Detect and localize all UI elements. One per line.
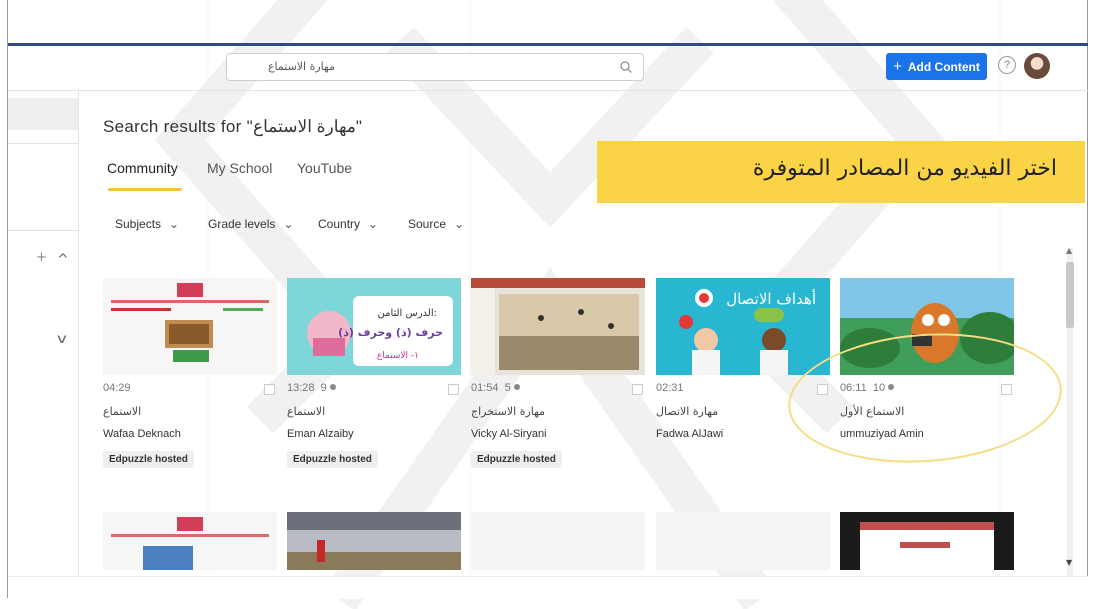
hosted-badge: Edpuzzle hosted [471, 451, 562, 468]
instruction-banner: اختر الفيديو من المصادر المتوفرة [597, 141, 1085, 203]
thumbnail-image [471, 278, 645, 375]
chevron-up-icon[interactable]: ^ [57, 252, 69, 268]
tab-my-school[interactable]: My School [207, 160, 272, 176]
video-title[interactable]: الاستماع [103, 405, 141, 418]
avatar[interactable] [1024, 53, 1050, 79]
thumbnail-image: أهداف الاتصال [656, 278, 830, 375]
video-duration: 01:54 5 [471, 382, 520, 394]
thumbnail-image [103, 278, 277, 375]
sidebar-divider [8, 143, 78, 144]
plus-icon: + [893, 58, 902, 75]
search-icon[interactable] [619, 60, 633, 74]
select-checkbox[interactable] [632, 384, 643, 395]
video-title[interactable]: مهارة الاستخراج [471, 405, 545, 418]
thumbnail-text: ١- الاستماع [377, 351, 419, 361]
active-tab-indicator [108, 188, 182, 191]
tab-youtube[interactable]: YouTube [297, 160, 352, 176]
thumbnail-image [840, 512, 1014, 570]
chevron-down-icon: ⌄ [283, 217, 294, 231]
video-title[interactable]: مهارة الاتصال [656, 405, 718, 418]
thumbnail-text: الدرس الثامن: [377, 308, 437, 319]
duration-text: 13:28 [287, 382, 315, 394]
video-duration: 02:31 [656, 382, 684, 394]
scroll-up-icon[interactable]: ▲ [1066, 246, 1072, 255]
filter-label: Grade levels [208, 217, 276, 231]
page-title: Search results for "مهارة الاستماع" [103, 117, 362, 136]
video-meta: 01:54 5 [471, 382, 645, 398]
search-input[interactable]: مهارة الاستماع [226, 53, 644, 81]
question-count: 5 [504, 382, 511, 394]
thumbnail-image [287, 512, 461, 570]
help-icon[interactable]: ? [998, 56, 1016, 74]
video-thumbnail[interactable] [103, 278, 277, 375]
add-content-button[interactable]: + Add Content [886, 53, 987, 80]
filter-grade-levels[interactable]: Grade levels ⌄ [208, 217, 293, 231]
video-thumbnail[interactable] [471, 512, 645, 570]
scroll-down-icon[interactable]: ▼ [1066, 558, 1072, 567]
results-scrollbar[interactable]: ▲ ▼ [1064, 246, 1076, 578]
bottom-bar [8, 576, 1088, 599]
video-thumbnail[interactable]: الدرس الثامن: حرف (ذ) وحرف (ذ) ١- الاستم… [287, 278, 461, 375]
video-meta: 13:28 9 [287, 382, 461, 398]
question-icon [329, 384, 336, 390]
chevron-down-icon: ⌄ [368, 217, 379, 231]
filter-subjects[interactable]: Subjects ⌄ [115, 217, 179, 231]
filter-label: Subjects [115, 217, 162, 231]
chevron-down-icon: ⌄ [169, 217, 180, 231]
video-thumbnail[interactable] [840, 512, 1014, 570]
add-icon[interactable]: + [36, 250, 47, 265]
sidebar-selected-item[interactable] [8, 98, 78, 130]
video-thumbnail[interactable] [103, 512, 277, 570]
video-author[interactable]: Fadwa AlJawi [656, 428, 723, 440]
hosted-badge: Edpuzzle hosted [287, 451, 378, 468]
filter-source[interactable]: Source ⌄ [408, 217, 464, 231]
add-content-label: Add Content [907, 59, 980, 74]
thumbnail-text: أهداف الاتصال [726, 289, 816, 308]
sidebar [8, 90, 79, 598]
filter-country[interactable]: Country ⌄ [318, 217, 378, 231]
select-checkbox[interactable] [448, 384, 459, 395]
video-author[interactable]: Vicky Al-Siryani [471, 428, 547, 440]
filter-label: Country [318, 217, 361, 231]
chevron-down-icon: ⌄ [454, 217, 465, 231]
banner-text: اختر الفيديو من المصادر المتوفرة [752, 156, 1057, 181]
thumbnail-image [103, 512, 277, 570]
filter-label: Source [408, 217, 447, 231]
video-thumbnail[interactable] [287, 512, 461, 570]
video-title[interactable]: الاستماع [287, 405, 325, 418]
duration-text: 01:54 [471, 382, 499, 394]
video-author[interactable]: Eman Alzaiby [287, 428, 354, 440]
scrollbar-thumb[interactable] [1066, 262, 1074, 328]
question-icon [513, 384, 520, 390]
video-author[interactable]: Wafaa Deknach [103, 428, 181, 440]
question-count: 9 [320, 382, 327, 394]
chevron-down-icon[interactable]: v [57, 332, 67, 347]
hosted-badge: Edpuzzle hosted [103, 451, 194, 468]
thumbnail-image: الدرس الثامن: حرف (ذ) وحرف (ذ) ١- الاستم… [287, 278, 461, 375]
video-thumbnail[interactable]: أهداف الاتصال [656, 278, 830, 375]
search-query: مهارة الاستماع [267, 60, 335, 73]
video-thumbnail[interactable] [471, 278, 645, 375]
video-meta: 04:29 [103, 382, 277, 398]
sidebar-divider [8, 230, 78, 231]
video-duration: 04:29 [103, 382, 131, 394]
video-duration: 13:28 9 [287, 382, 336, 394]
select-checkbox[interactable] [264, 384, 275, 395]
video-thumbnail[interactable] [656, 512, 830, 570]
tab-community[interactable]: Community [107, 160, 178, 176]
thumbnail-text: حرف (ذ) وحرف (ذ) [338, 326, 443, 339]
